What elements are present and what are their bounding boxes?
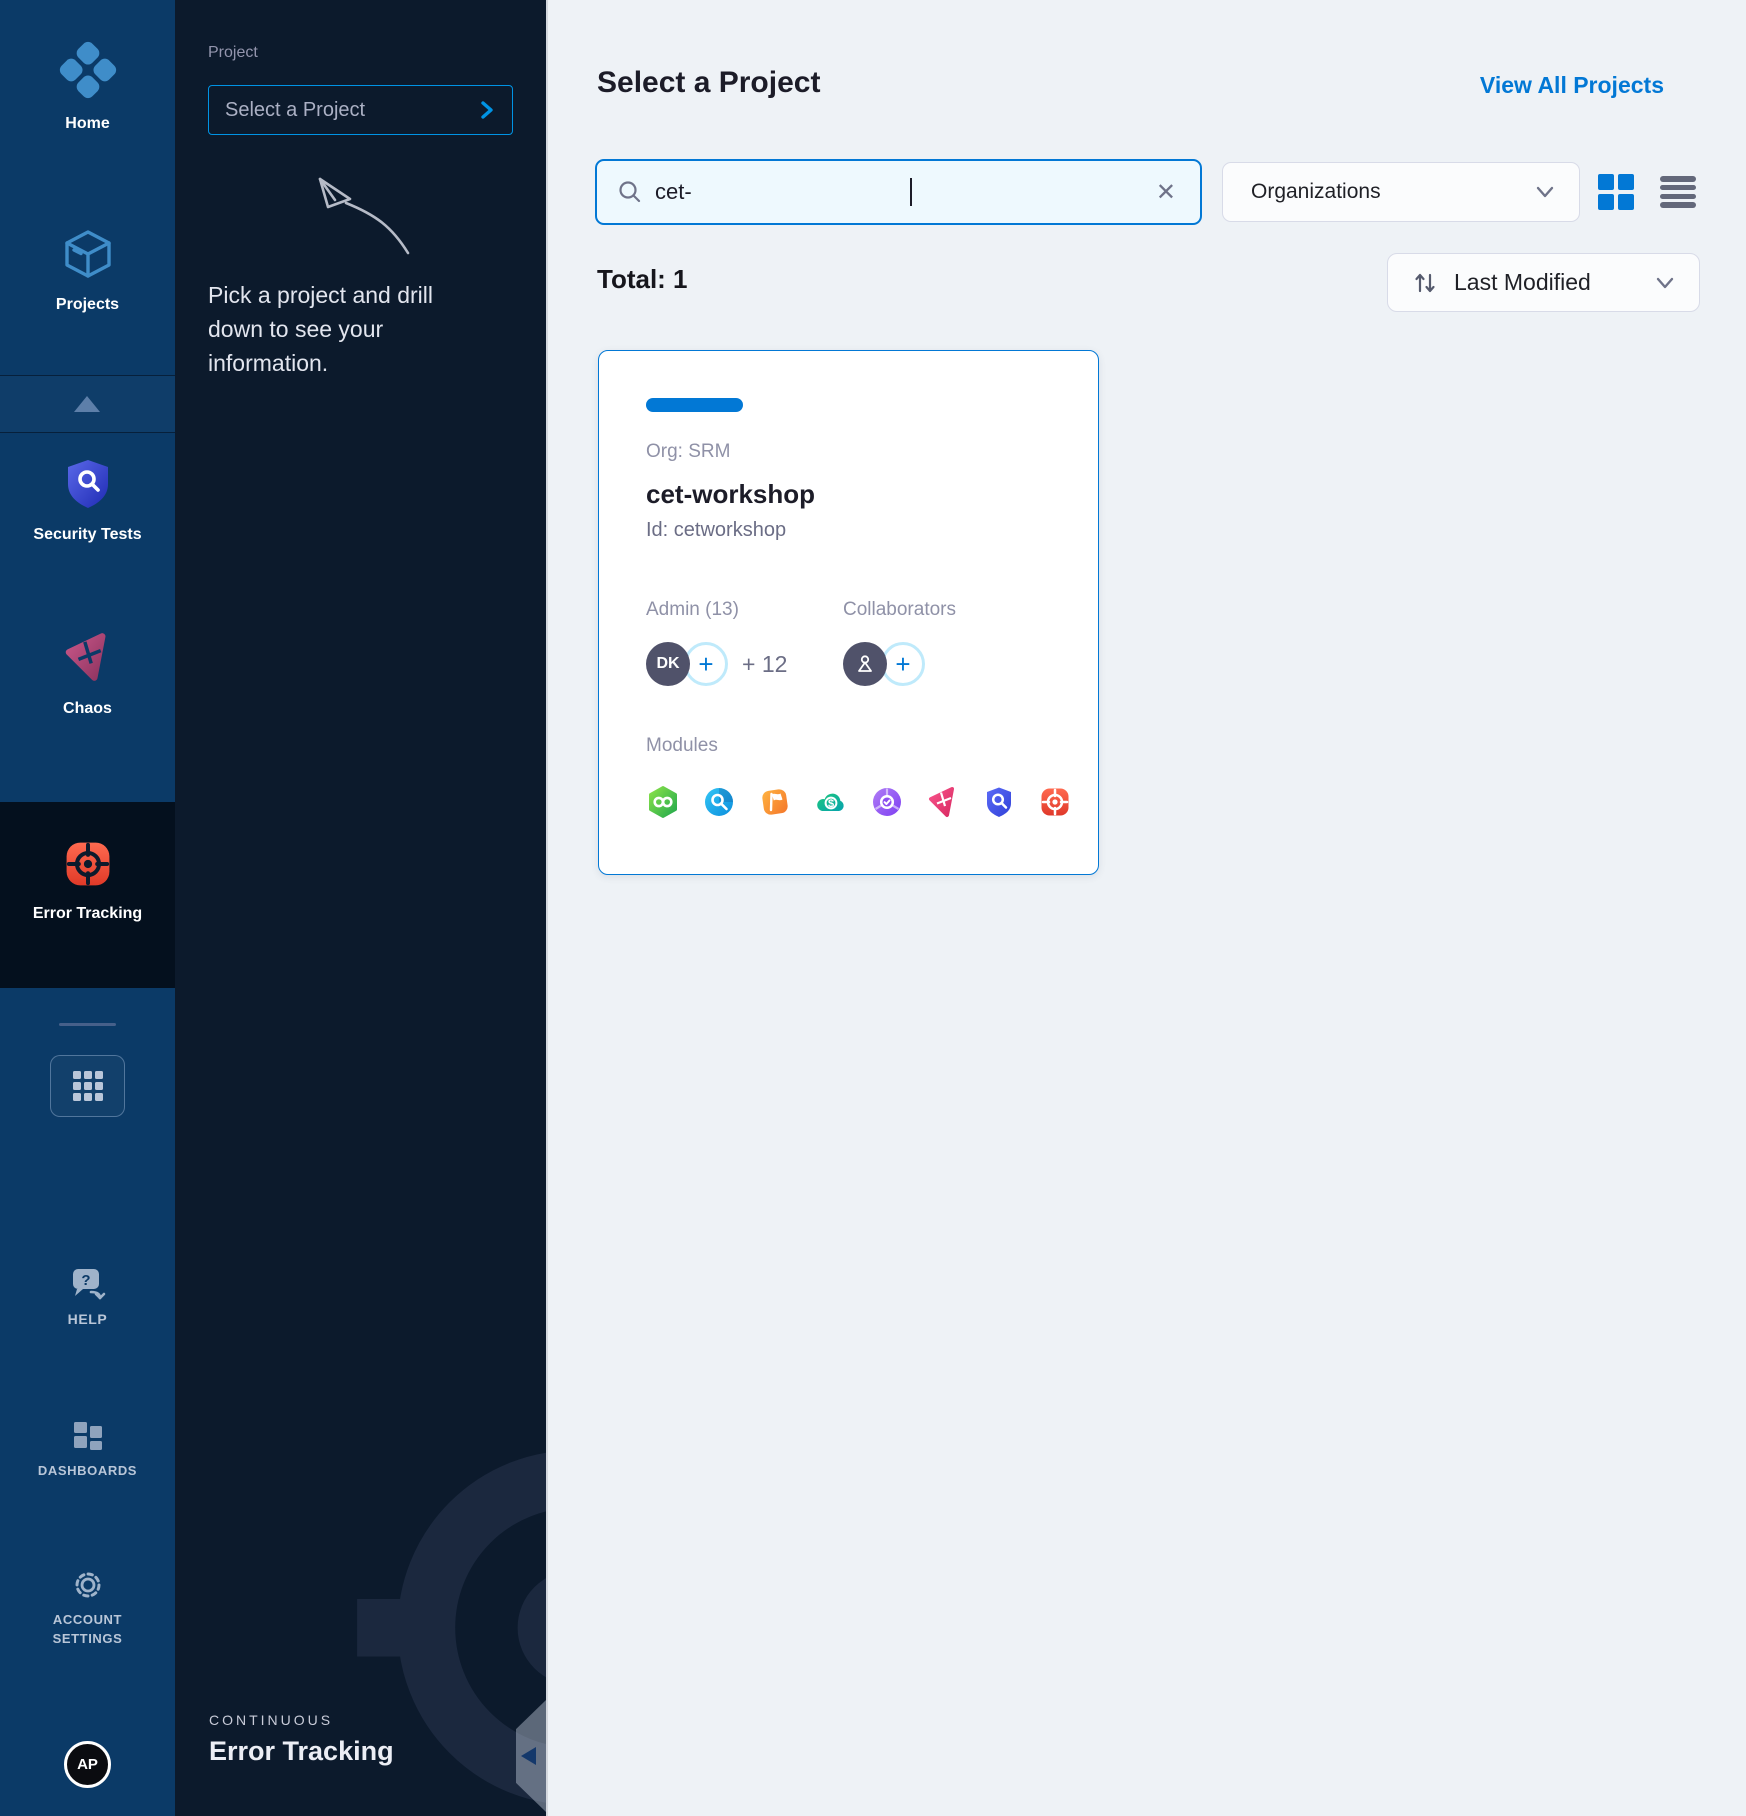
sort-arrows-icon xyxy=(1412,270,1438,296)
project-panel-label: Project xyxy=(208,44,258,62)
scope-filter-value: Organizations xyxy=(1251,180,1381,204)
cloud-costs-module-icon: $ xyxy=(814,785,848,819)
projects-cube-icon xyxy=(60,226,116,282)
sidebar-divider xyxy=(59,1023,116,1026)
admin-label: Admin (13) xyxy=(646,599,739,621)
reliability-module-icon xyxy=(870,785,904,819)
view-all-projects-link[interactable]: View All Projects xyxy=(1480,72,1664,99)
svg-text:?: ? xyxy=(81,1272,90,1289)
sidebar-item-chaos[interactable]: Chaos xyxy=(0,630,175,718)
collaborators-label: Collaborators xyxy=(843,599,956,621)
sidebar-item-home[interactable]: Home xyxy=(0,39,175,133)
sidebar-item-label: Projects xyxy=(0,296,175,314)
clear-icon[interactable]: ✕ xyxy=(1152,178,1180,207)
sidebar-item-account-settings[interactable]: ACCOUNT SETTINGS xyxy=(0,1566,175,1648)
sidebar-item-help[interactable]: ? HELP xyxy=(0,1265,175,1327)
total-count: Total: 1 xyxy=(597,264,688,295)
arrow-doodle xyxy=(280,165,420,260)
text-caret xyxy=(910,178,912,206)
chaos-triangle-icon xyxy=(61,630,115,684)
user-avatar[interactable]: AP xyxy=(64,1741,111,1788)
scope-filter-dropdown[interactable]: Organizations xyxy=(1222,162,1580,222)
admin-avatars: DK + + 12 xyxy=(646,641,787,687)
help-icon: ? xyxy=(67,1265,109,1303)
sort-dropdown[interactable]: Last Modified xyxy=(1387,253,1700,312)
harness-home-icon xyxy=(57,39,119,101)
collaborator-avatars: + xyxy=(843,641,925,687)
admin-avatar: DK xyxy=(646,642,690,686)
project-panel-hint: Pick a project and drill down to see you… xyxy=(208,278,478,380)
security-tests-shield-icon xyxy=(63,458,113,510)
chaos-module-icon xyxy=(926,785,960,819)
feature-flags-module-icon xyxy=(758,785,792,819)
sidebar-item-dashboards[interactable]: DASHBOARDS xyxy=(0,1418,175,1478)
primary-sidebar: Home Projects Security Tests xyxy=(0,0,175,1816)
chevron-up-icon[interactable] xyxy=(74,396,100,412)
sidebar-item-security-tests[interactable]: Security Tests xyxy=(0,458,175,544)
add-collaborator-button[interactable]: + xyxy=(881,642,925,686)
project-name: cet-workshop xyxy=(646,479,815,510)
person-icon xyxy=(854,653,876,675)
main-content: Select a Project View All Projects ✕ Org… xyxy=(546,0,1746,1816)
sidebar-item-label: Security Tests xyxy=(0,526,175,544)
sidebar-section-divider xyxy=(0,375,175,433)
collaborator-avatar xyxy=(843,642,887,686)
sidebar-item-label: Error Tracking xyxy=(0,905,175,923)
admin-more-count: + 12 xyxy=(742,651,787,678)
grid-dots-icon xyxy=(73,1071,103,1101)
sidebar-item-projects[interactable]: Projects xyxy=(0,226,175,314)
grid-view-icon[interactable] xyxy=(1598,174,1634,210)
sidebar-item-error-tracking[interactable]: Error Tracking xyxy=(0,838,175,923)
project-id: Id: cetworkshop xyxy=(646,519,786,542)
sidebar-item-label: ACCOUNT SETTINGS xyxy=(33,1610,143,1648)
plus-icon: + xyxy=(698,649,713,680)
security-tests-module-icon xyxy=(982,785,1016,819)
page-title: Select a Project xyxy=(597,66,820,100)
panel-footer-module: Error Tracking xyxy=(209,1736,394,1767)
dashboards-icon xyxy=(70,1418,106,1454)
sort-value: Last Modified xyxy=(1454,269,1591,296)
search-input[interactable] xyxy=(655,179,1150,205)
project-panel: Project Select a Project Pick a project … xyxy=(175,0,546,1816)
modules-label: Modules xyxy=(646,735,718,757)
project-selector-text: Select a Project xyxy=(225,99,365,122)
project-selector[interactable]: Select a Project xyxy=(208,85,513,135)
code-search-module-icon xyxy=(702,785,736,819)
error-tracking-module-icon xyxy=(1038,785,1072,819)
error-tracking-target-icon xyxy=(62,838,114,890)
module-badges: $ xyxy=(646,785,1072,819)
sidebar-item-label: Chaos xyxy=(0,700,175,718)
chevron-down-icon xyxy=(1655,276,1675,290)
list-view-icon[interactable] xyxy=(1660,174,1696,210)
collapse-left-icon xyxy=(521,1747,536,1765)
add-admin-button[interactable]: + xyxy=(684,642,728,686)
project-search[interactable]: ✕ xyxy=(595,159,1202,225)
chevron-down-icon xyxy=(1535,185,1555,199)
module-picker-button[interactable] xyxy=(50,1055,125,1117)
sidebar-item-label: Home xyxy=(0,115,175,133)
chevron-right-icon xyxy=(478,99,496,121)
plus-icon: + xyxy=(895,649,910,680)
svg-text:$: $ xyxy=(828,798,834,810)
project-color-bar xyxy=(646,398,743,412)
project-org: Org: SRM xyxy=(646,441,730,463)
ci-module-icon xyxy=(646,785,680,819)
panel-footer-category: CONTINUOUS xyxy=(209,1712,333,1728)
search-icon xyxy=(617,179,643,205)
project-card[interactable]: Org: SRM cet-workshop Id: cetworkshop Ad… xyxy=(598,350,1099,875)
sidebar-item-label: HELP xyxy=(0,1311,175,1327)
gear-icon xyxy=(69,1566,107,1604)
sidebar-item-label: DASHBOARDS xyxy=(0,1463,175,1478)
